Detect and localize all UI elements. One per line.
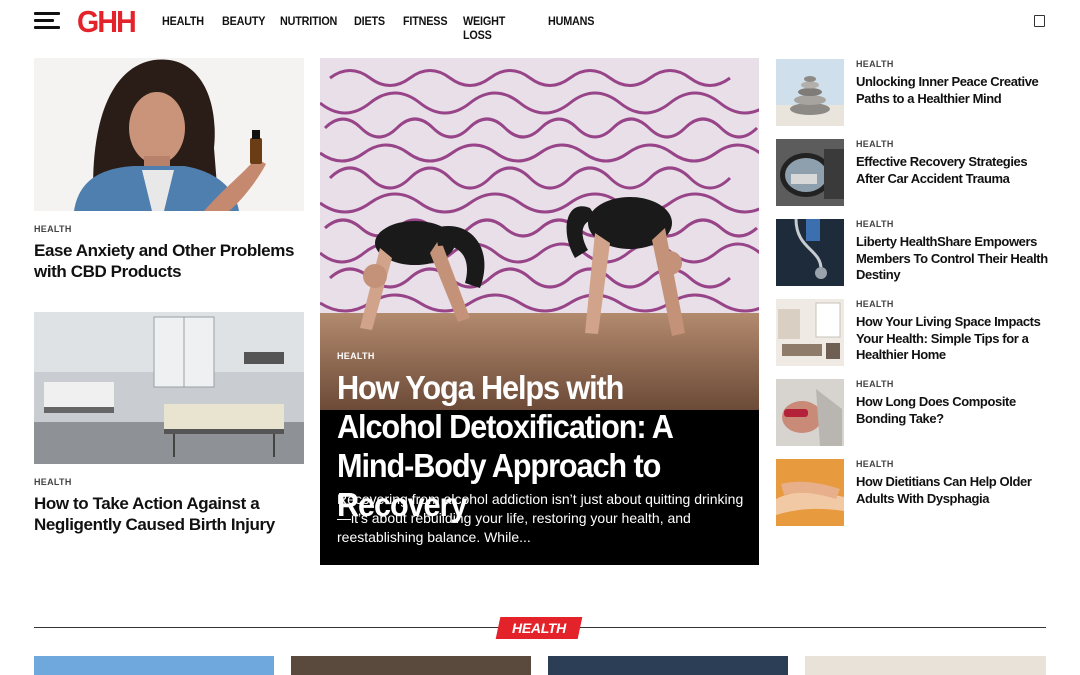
article-thumb-car[interactable] — [776, 139, 844, 206]
section-article-image[interactable] — [805, 656, 1046, 675]
site-header: GHH HEALTH BEAUTY NUTRITION DIETS FITNES… — [0, 0, 1080, 44]
nav-item-weight-loss[interactable]: WEIGHT LOSS — [463, 14, 520, 42]
nav-item-fitness[interactable]: FITNESS — [403, 14, 448, 42]
living-room-image — [776, 299, 844, 366]
nav-item-beauty[interactable]: BEAUTY — [222, 14, 266, 42]
article-category[interactable]: HEALTH — [856, 219, 894, 229]
site-logo[interactable]: GHH — [77, 5, 137, 39]
nav-item-health[interactable]: HEALTH — [162, 14, 204, 42]
hospital-room-image — [34, 312, 304, 464]
main-nav: HEALTH BEAUTY NUTRITION DIETS FITNESS WE… — [162, 14, 620, 42]
section-article-image[interactable] — [548, 656, 788, 675]
article-thumb-dental[interactable] — [776, 379, 844, 446]
section-label-text: HEALTH — [512, 620, 566, 636]
section-article-image[interactable] — [34, 656, 274, 675]
sidebar-article: HEALTH How Dietitians Can Help Older Adu… — [776, 459, 1048, 529]
dental-patient-image — [776, 379, 844, 446]
article-title[interactable]: How Dietitians Can Help Older Adults Wit… — [856, 474, 1051, 507]
stethoscope-image — [776, 219, 844, 286]
yoga-graffiti-image — [320, 58, 759, 410]
nav-item-diets[interactable]: DIETS — [354, 14, 385, 42]
nav-item-nutrition[interactable]: NUTRITION — [280, 14, 337, 42]
article-title[interactable]: Effective Recovery Strategies After Car … — [856, 154, 1051, 187]
article-title[interactable]: Liberty HealthShare Empowers Members To … — [856, 234, 1051, 284]
article-category[interactable]: HEALTH — [34, 477, 72, 487]
article-title[interactable]: How Long Does Composite Bonding Take? — [856, 394, 1051, 427]
article-image-birth-injury[interactable] — [34, 312, 304, 464]
sidebar-article: HEALTH Liberty HealthShare Empowers Memb… — [776, 219, 1048, 289]
section-label-health[interactable]: HEALTH — [495, 617, 583, 639]
car-mirror-image — [776, 139, 844, 206]
woman-with-bottle-image — [34, 58, 304, 211]
stacked-stones-image — [776, 59, 844, 126]
article-thumb-stethoscope[interactable] — [776, 219, 844, 286]
article-title-birth-injury[interactable]: How to Take Action Against a Negligently… — [34, 493, 304, 535]
article-category[interactable]: HEALTH — [856, 139, 894, 149]
article-thumb-living-room[interactable] — [776, 299, 844, 366]
section-article-image[interactable] — [291, 656, 531, 675]
article-image-cbd[interactable] — [34, 58, 304, 211]
article-category[interactable]: HEALTH — [34, 224, 72, 234]
search-icon[interactable] — [1034, 15, 1045, 27]
sidebar-article: HEALTH Effective Recovery Strategies Aft… — [776, 139, 1048, 209]
sidebar-article: HEALTH Unlocking Inner Peace Creative Pa… — [776, 59, 1048, 129]
article-category[interactable]: HEALTH — [856, 59, 894, 69]
article-thumb-hands[interactable] — [776, 459, 844, 526]
article-title[interactable]: Unlocking Inner Peace Creative Paths to … — [856, 74, 1051, 107]
article-category[interactable]: HEALTH — [856, 459, 894, 469]
article-thumb-stones[interactable] — [776, 59, 844, 126]
featured-category[interactable]: HEALTH — [337, 351, 375, 361]
hamburger-menu-icon[interactable] — [34, 12, 60, 30]
holding-hands-image — [776, 459, 844, 526]
nav-item-humans[interactable]: HUMANS — [548, 14, 595, 42]
article-category[interactable]: HEALTH — [856, 379, 894, 389]
sidebar-article: HEALTH How Long Does Composite Bonding T… — [776, 379, 1048, 449]
sidebar-article: HEALTH How Your Living Space Impacts You… — [776, 299, 1048, 369]
article-title-cbd[interactable]: Ease Anxiety and Other Problems with CBD… — [34, 240, 304, 282]
article-title[interactable]: How Your Living Space Impacts Your Healt… — [856, 314, 1051, 364]
article-category[interactable]: HEALTH — [856, 299, 894, 309]
featured-article[interactable]: HEALTH How Yoga Helps with Alcohol Detox… — [320, 58, 759, 565]
featured-excerpt: Recovering from alcohol addiction isn’t … — [337, 491, 744, 545]
